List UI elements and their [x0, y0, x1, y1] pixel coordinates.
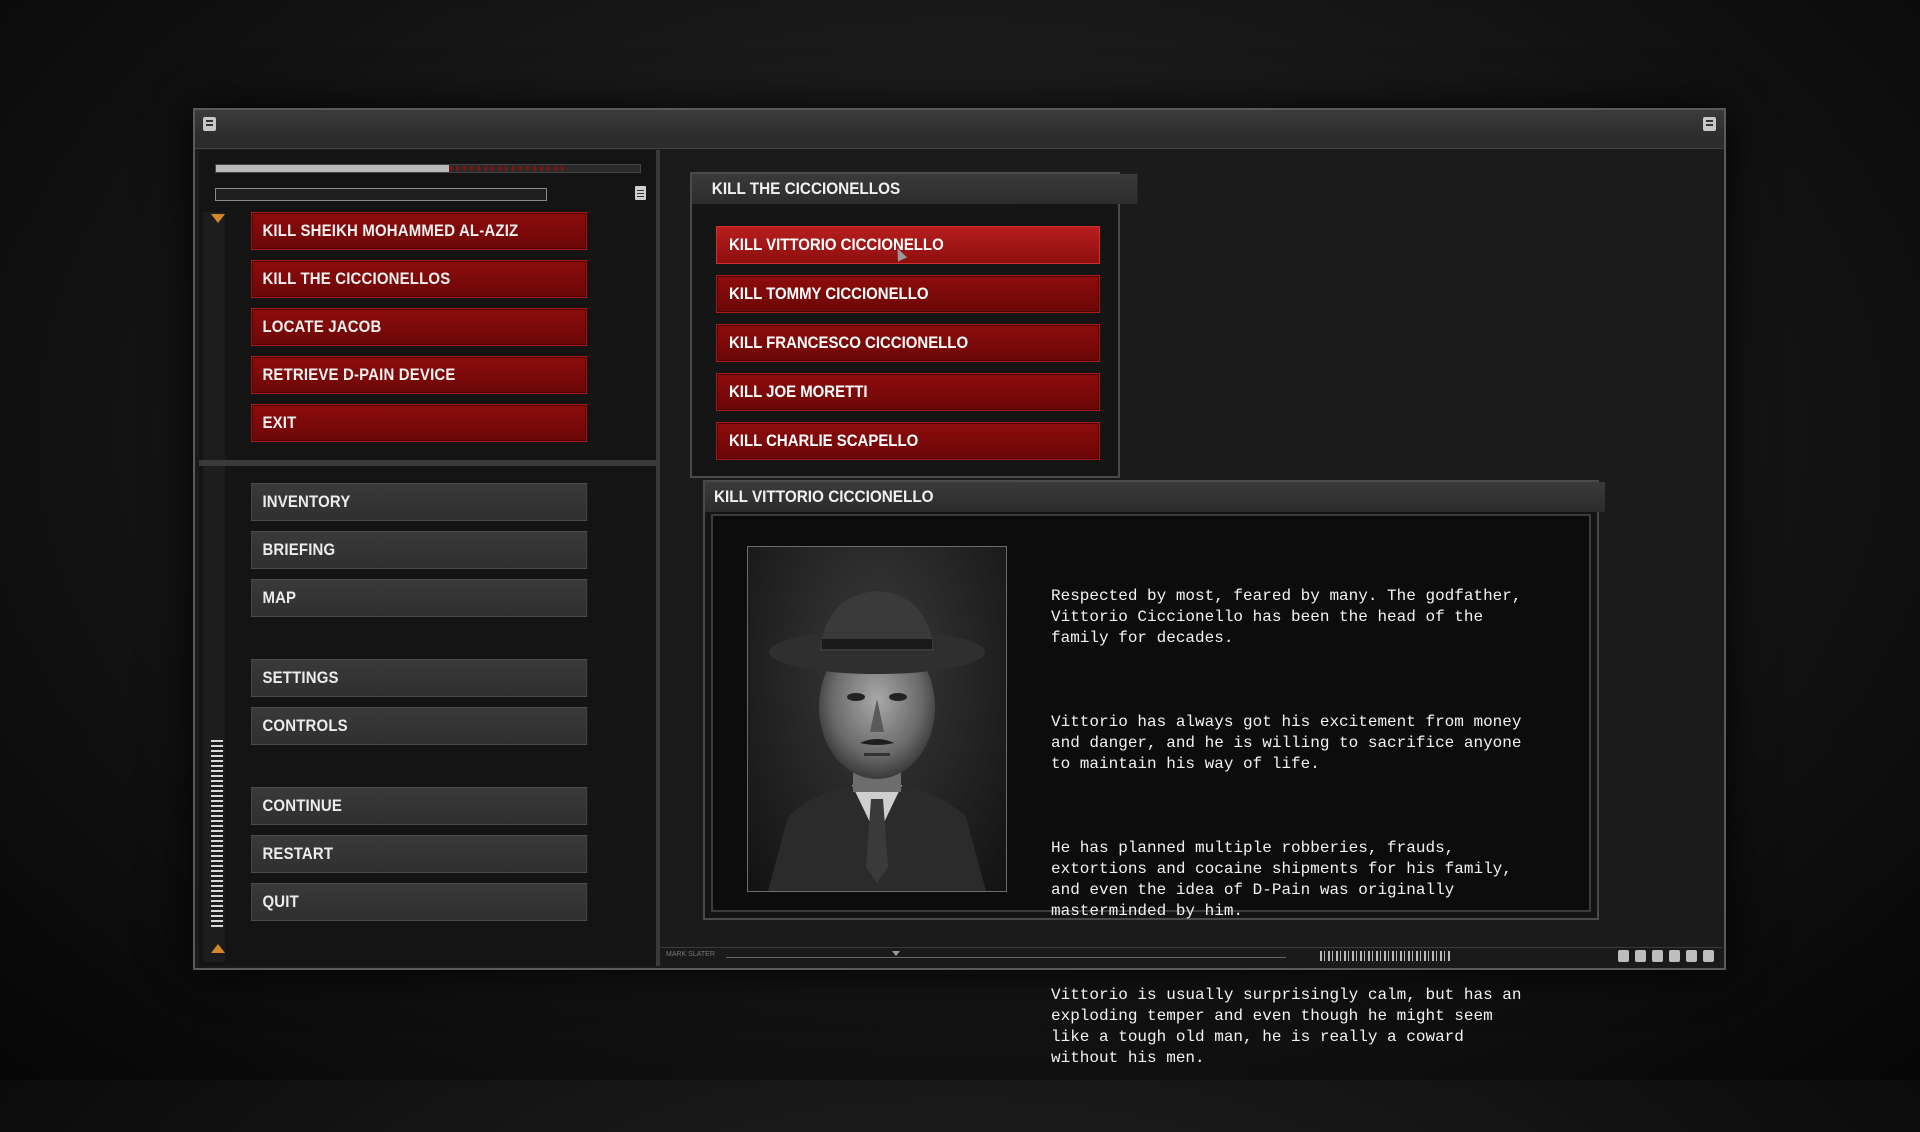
briefing-button[interactable]: BRIEFING [251, 531, 588, 569]
inventory-button[interactable]: INVENTORY [251, 483, 588, 521]
mission-retrieve-device-button[interactable]: RETRIEVE D-PAIN DEVICE [251, 356, 588, 394]
document-icon[interactable] [635, 186, 646, 200]
restart-button[interactable]: RESTART [251, 835, 588, 873]
game-window: KILL SHEIKH MOHAMMED AL-AZIZ KILL THE CI… [193, 108, 1726, 1067]
progress-dots [449, 166, 564, 171]
bio-paragraph: Vittorio is usually surprisingly calm, b… [1051, 986, 1522, 1067]
map-button[interactable]: MAP [251, 579, 588, 617]
barcode-icon [1320, 951, 1450, 961]
system-tray [1618, 950, 1714, 962]
search-input[interactable] [215, 188, 547, 201]
user-icon[interactable] [203, 117, 216, 131]
target-portrait [747, 546, 1007, 892]
controls-button[interactable]: CONTROLS [251, 707, 588, 745]
mission-exit-button[interactable]: EXIT [251, 404, 588, 442]
mission-kill-ciccionellos-button[interactable]: KILL THE CICCIONELLOS [251, 260, 588, 298]
contract-label: KILL TOMMY CICCIONELLO [729, 284, 929, 303]
top-strip [195, 140, 1724, 149]
detail-title: KILL VITTORIO CICCIONELLO [705, 482, 1606, 512]
status-timeline [726, 957, 1286, 958]
detail-body: Respected by most, feared by many. The g… [711, 514, 1591, 1067]
settings-button[interactable]: SETTINGS [251, 659, 588, 697]
contract-joe-button[interactable]: KILL JOE MORETTI [716, 373, 1100, 411]
contract-label: KILL FRANCESCO CICCIONELLO [729, 333, 969, 352]
arrow-down-icon[interactable] [211, 214, 225, 223]
contract-label: KILL CHARLIE SCAPELLO [729, 431, 919, 450]
wifi-icon[interactable] [1669, 950, 1680, 962]
scrollbar[interactable] [211, 740, 223, 930]
contract-label: KILL JOE MORETTI [729, 382, 868, 401]
contract-charlie-button[interactable]: KILL CHARLIE SCAPELLO [716, 422, 1100, 460]
gear-icon[interactable] [1635, 950, 1646, 962]
contracts-panel: KILL THE CICCIONELLOS KILL VITTORIO CICC… [690, 172, 1138, 478]
progress-bar [215, 164, 641, 173]
bio-paragraph: Respected by most, feared by many. The g… [1051, 587, 1522, 647]
mission-locate-jacob-button[interactable]: LOCATE JACOB [251, 308, 588, 346]
quit-button[interactable]: QUIT [251, 883, 588, 921]
sidebar-divider [199, 460, 656, 466]
contract-tommy-button[interactable]: KILL TOMMY CICCIONELLO [716, 275, 1100, 313]
user-icon[interactable] [1618, 950, 1629, 962]
contract-francesco-button[interactable]: KILL FRANCESCO CICCIONELLO [716, 324, 1100, 362]
timeline-marker-icon [892, 951, 900, 956]
bio-paragraph: He has planned multiple robberies, fraud… [1051, 839, 1512, 920]
signal-icon[interactable] [1652, 950, 1663, 962]
target-detail-panel: KILL VITTORIO CICCIONELLO Respected by m… [703, 480, 1606, 1067]
title-bar [195, 110, 1724, 141]
portrait-illustration [768, 591, 986, 891]
continue-button[interactable]: CONTINUE [251, 787, 588, 825]
status-bar: MARK SLATER [660, 947, 1722, 966]
mission-kill-sheikh-button[interactable]: KILL SHEIKH MOHAMMED AL-AZIZ [251, 212, 588, 250]
briefcase-icon[interactable] [1686, 950, 1697, 962]
contract-label: KILL VITTORIO CICCIONELLO [729, 235, 944, 254]
sidebar: KILL SHEIKH MOHAMMED AL-AZIZ KILL THE CI… [199, 150, 660, 966]
status-username: MARK SLATER [666, 951, 715, 958]
contract-vittorio-button[interactable]: KILL VITTORIO CICCIONELLO [716, 226, 1100, 264]
arrow-up-icon[interactable] [211, 944, 225, 953]
bio-paragraph: Vittorio has always got his excitement f… [1051, 713, 1522, 773]
document-icon[interactable] [1703, 117, 1716, 131]
progress-fill [216, 165, 450, 172]
grid-icon[interactable] [1703, 950, 1714, 962]
contracts-title: KILL THE CICCIONELLOS [692, 174, 1138, 204]
target-bio: Respected by most, feared by many. The g… [1051, 544, 1581, 1132]
